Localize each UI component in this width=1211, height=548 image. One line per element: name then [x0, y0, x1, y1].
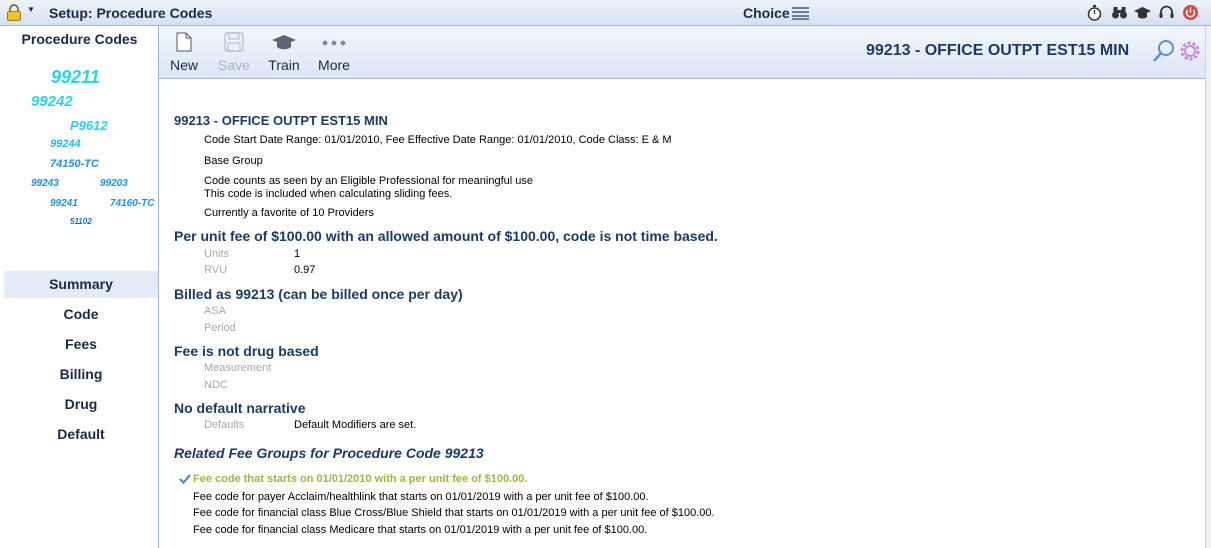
train-button[interactable]: Train	[264, 26, 304, 78]
headset-icon[interactable]	[1158, 4, 1175, 21]
binoculars-icon[interactable]	[1111, 4, 1128, 21]
search-icon[interactable]	[1152, 39, 1176, 63]
rvu-label: RVU	[204, 264, 228, 276]
ndc-label: NDC	[204, 379, 228, 391]
units-value: 1	[294, 248, 301, 260]
meaningful-use-text: Code counts as seen by an Eligible Profe…	[204, 175, 533, 187]
nav-drug[interactable]: Drug	[4, 391, 158, 418]
nav-summary[interactable]: Summary	[4, 271, 158, 298]
measurement-label: Measurement	[204, 362, 272, 374]
toolbar-heading: 99213 - OFFICE OUTPT EST15 MIN	[866, 42, 1130, 59]
window-title: Setup: Procedure Codes	[49, 5, 213, 21]
cloud-code[interactable]: 51102	[70, 217, 92, 226]
checkmark-icon	[179, 474, 191, 484]
right-scrollbar[interactable]	[1205, 26, 1211, 548]
summary-panel: 99213 - OFFICE OUTPT EST15 MIN Code Star…	[159, 79, 1205, 548]
period-label: Period	[204, 322, 236, 334]
fee-group-item[interactable]: Fee code for payer Acclaim/healthlink th…	[193, 491, 649, 503]
toolbar: New Save Train More 99213 - OFFICE OUTPT…	[159, 26, 1205, 79]
cloud-code[interactable]: 99244	[50, 138, 81, 150]
fee-heading: Per unit fee of $100.00 with an allowed …	[174, 228, 718, 244]
fee-group-item[interactable]: Fee code for financial class Blue Cross/…	[193, 507, 715, 519]
train-label: Train	[268, 57, 300, 73]
cloud-code[interactable]: 99203	[100, 178, 128, 189]
menu-icon[interactable]	[792, 7, 809, 20]
cloud-code[interactable]: 99241	[50, 198, 78, 209]
chevron-down-icon[interactable]: ▼	[27, 5, 35, 14]
sliding-fee-text: This code is included when calculating s…	[204, 188, 453, 200]
stopwatch-icon[interactable]	[1086, 4, 1103, 21]
nav-default[interactable]: Default	[4, 421, 158, 448]
power-icon[interactable]	[1182, 4, 1199, 21]
more-button[interactable]: More	[315, 26, 353, 78]
gear-icon[interactable]	[1178, 39, 1202, 63]
graduation-cap-icon	[272, 35, 296, 50]
cloud-code[interactable]: 74150-TC	[50, 158, 99, 170]
new-button[interactable]: New	[165, 26, 203, 78]
save-button[interactable]: Save	[214, 26, 254, 78]
fee-group-item[interactable]: Fee code for financial class Medicare th…	[193, 524, 647, 536]
nav-billing[interactable]: Billing	[4, 361, 158, 388]
fee-group-item-active[interactable]: Fee code that starts on 01/01/2010 with …	[193, 473, 527, 485]
new-label: New	[169, 57, 198, 73]
rvu-value: 0.97	[294, 264, 316, 276]
narrative-heading: No default narrative	[174, 400, 306, 416]
asa-label: ASA	[204, 305, 227, 317]
group-text: Base Group	[204, 155, 263, 167]
defaults-label: Defaults	[204, 419, 245, 431]
sidebar: Procedure Codes 99211 99242 P9612 99244 …	[0, 26, 159, 548]
save-icon	[224, 32, 244, 52]
cloud-code[interactable]: P9612	[70, 118, 108, 133]
drug-heading: Fee is not drug based	[174, 343, 319, 359]
sidebar-title: Procedure Codes	[21, 31, 138, 47]
choice-label[interactable]: Choice	[743, 5, 790, 21]
save-label: Save	[218, 57, 250, 73]
cloud-code[interactable]: 99243	[31, 178, 59, 189]
new-document-icon	[176, 32, 192, 52]
more-dots-icon	[322, 40, 346, 46]
cloud-code[interactable]: 99242	[31, 93, 73, 110]
defaults-value: Default Modifiers are set.	[294, 419, 417, 431]
code-title: 99213 - OFFICE OUTPT EST15 MIN	[174, 113, 388, 128]
date-range-text: Code Start Date Range: 01/01/2010, Fee E…	[204, 134, 672, 146]
related-fee-groups-heading: Related Fee Groups for Procedure Code 99…	[174, 445, 484, 461]
more-label: More	[318, 57, 350, 73]
lock-icon[interactable]	[6, 4, 22, 21]
graduation-cap-icon[interactable]	[1134, 4, 1151, 21]
cloud-code[interactable]: 99211	[51, 67, 100, 88]
nav-code[interactable]: Code	[4, 301, 158, 328]
title-bar: ▼ Setup: Procedure Codes Choice	[0, 0, 1211, 26]
cloud-code[interactable]: 74160-TC	[110, 198, 154, 209]
units-label: Units	[204, 248, 230, 260]
billing-heading: Billed as 99213 (can be billed once per …	[174, 286, 463, 302]
nav-fees[interactable]: Fees	[4, 331, 158, 358]
favorite-text: Currently a favorite of 10 Providers	[204, 207, 374, 219]
